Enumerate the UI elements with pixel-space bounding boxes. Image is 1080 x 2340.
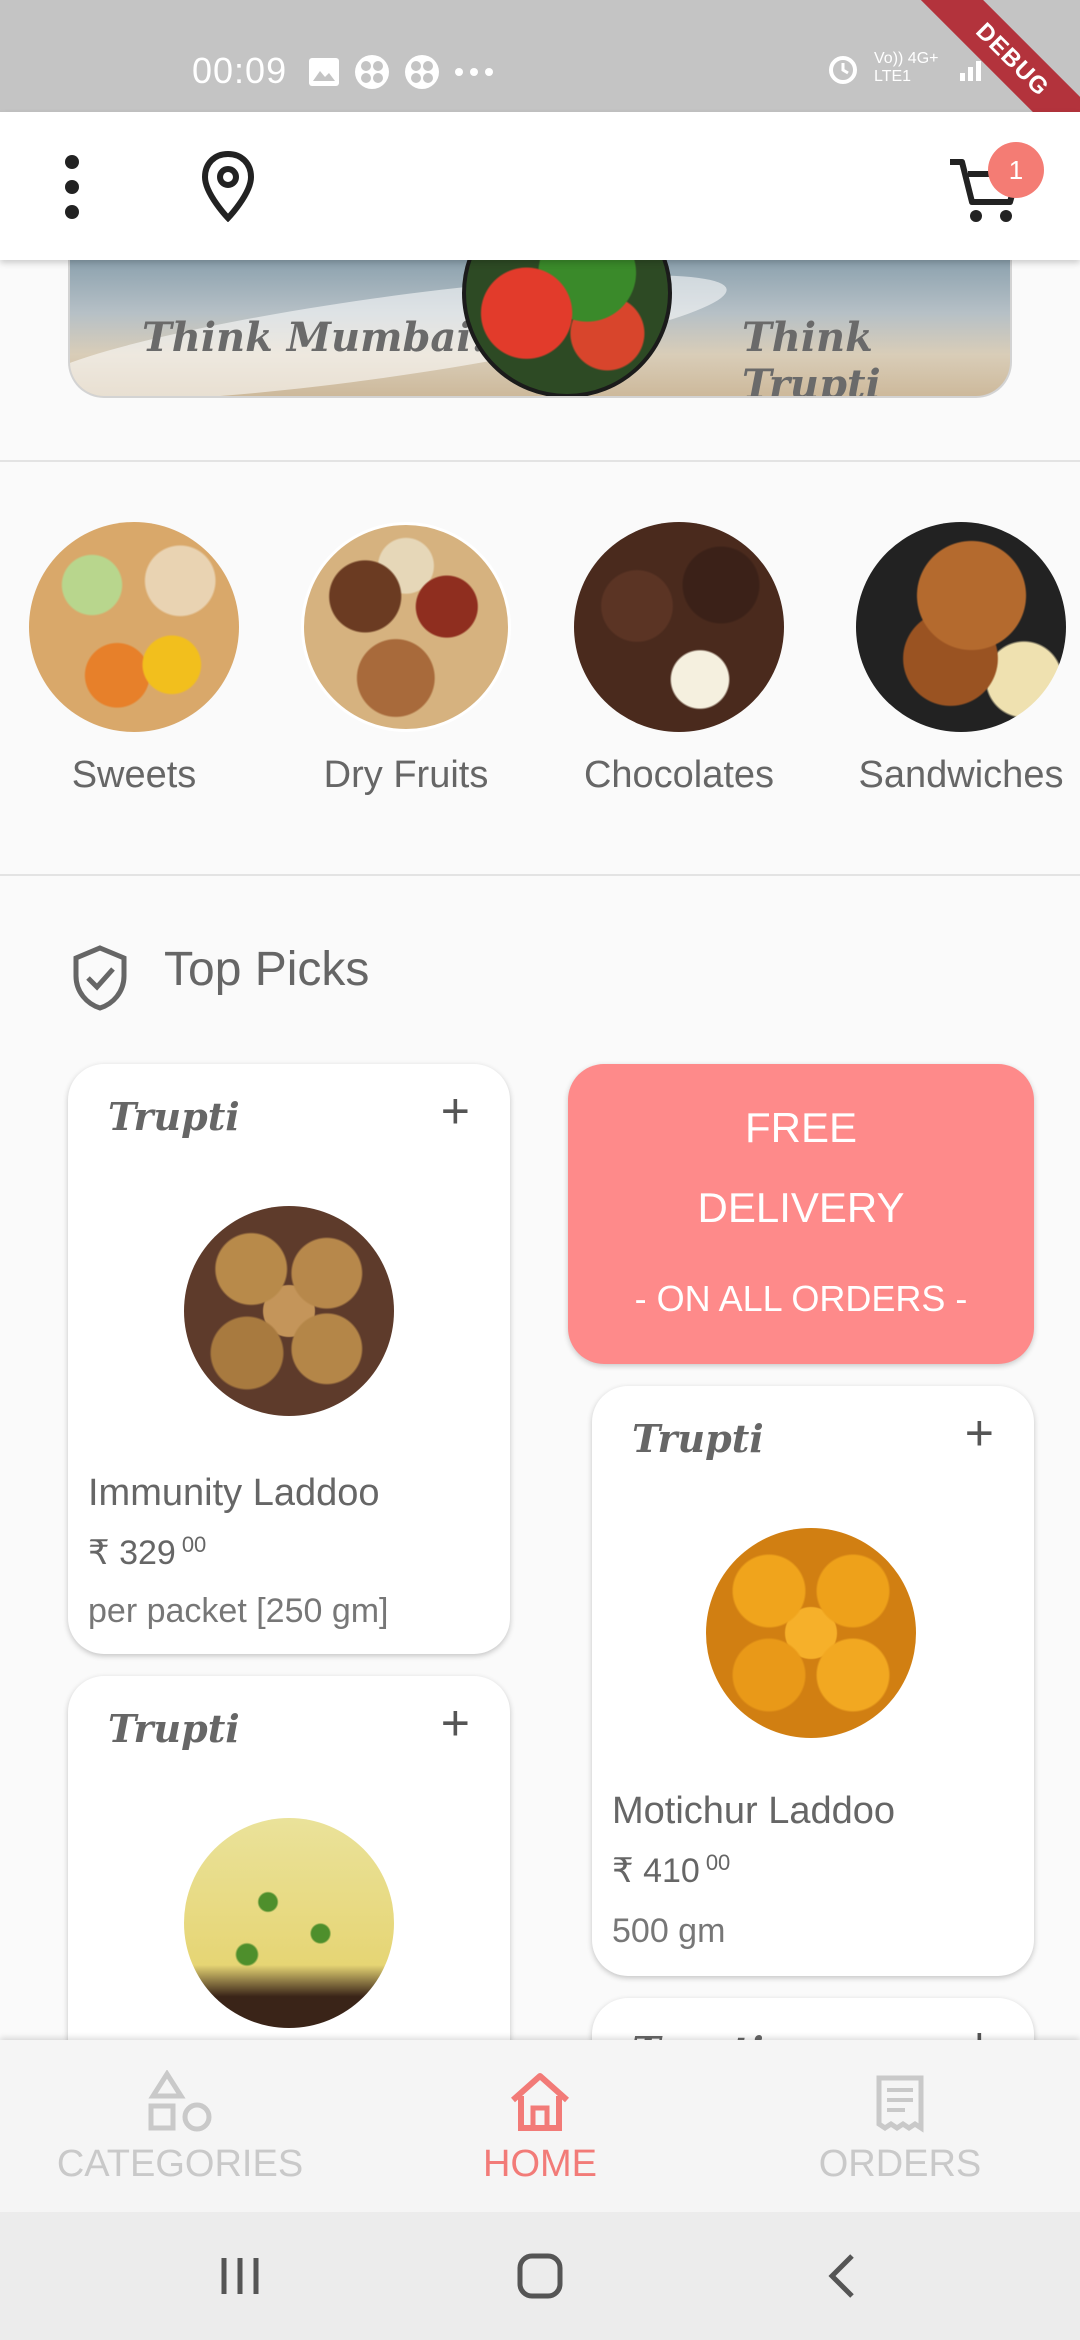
- vegetables-image: [462, 258, 672, 396]
- sandwiches-image: [856, 522, 1066, 732]
- system-navigation-bar: [0, 2212, 1080, 2340]
- add-to-cart-button[interactable]: +: [441, 1086, 470, 1136]
- shield-check-icon: [73, 945, 127, 1011]
- orders-icon: [876, 2075, 924, 2133]
- app-bar: 1: [0, 112, 1080, 260]
- status-time: 00:09: [192, 50, 288, 91]
- product-image: [706, 1528, 916, 1738]
- add-to-cart-button[interactable]: +: [965, 1408, 994, 1458]
- category-dry-fruits[interactable]: Dry Fruits: [296, 522, 516, 797]
- divider: [0, 460, 1080, 462]
- product-unit: 500 gm: [612, 1912, 726, 1950]
- nav-home[interactable]: HOME: [390, 2070, 690, 2186]
- category-sweets[interactable]: Sweets: [24, 522, 244, 797]
- more-notifications-icon: [455, 68, 493, 76]
- alarm-icon: [829, 56, 857, 84]
- nav-label: CATEGORIES: [56, 2143, 304, 2185]
- back-icon[interactable]: [814, 2248, 874, 2304]
- category-label: Dry Fruits: [323, 754, 489, 796]
- product-unit: per packet [250 gm]: [88, 1592, 389, 1630]
- product-image: [184, 1818, 394, 2028]
- location-pin-icon[interactable]: [200, 150, 256, 222]
- nav-label: ORDERS: [818, 2143, 982, 2185]
- brand-logo: Trupti: [632, 1416, 764, 1461]
- add-to-cart-button[interactable]: +: [441, 1698, 470, 1748]
- banner-right-text: Think Trupti: [742, 314, 881, 398]
- category-label: Chocolates: [583, 754, 775, 796]
- chocolates-image: [574, 522, 784, 732]
- more-vert-icon[interactable]: [52, 152, 92, 222]
- divider: [0, 874, 1080, 876]
- notification-icons: [308, 54, 494, 90]
- brand-logo: Trupti: [108, 1094, 240, 1139]
- product-name: Immunity Laddoo: [88, 1472, 380, 1514]
- product-name: Motichur Laddoo: [612, 1790, 896, 1832]
- status-bar: 00:09 Vo)) 4G+ LTE1 DEBUG: [0, 0, 1080, 168]
- home-button-icon[interactable]: [510, 2248, 570, 2304]
- product-image: [184, 1206, 394, 1416]
- promo-line-1: FREE: [744, 1104, 857, 1151]
- cart-count-badge: 1: [988, 142, 1044, 198]
- home-icon: [511, 2073, 569, 2131]
- app-notification-icon: [355, 55, 389, 89]
- promo-banner[interactable]: Think Mumbai. Think Trupti: [68, 258, 1012, 398]
- recent-apps-icon[interactable]: [210, 2248, 270, 2304]
- category-label: Sweets: [71, 754, 197, 796]
- brand-logo: Trupti: [108, 1706, 240, 1751]
- nav-categories[interactable]: CATEGORIES: [30, 2069, 330, 2186]
- category-chocolates[interactable]: Chocolates: [569, 522, 789, 797]
- network-label: Vo)) 4G+ LTE1: [874, 50, 939, 85]
- app-notification-icon-2: [405, 55, 439, 89]
- nav-label: HOME: [483, 2143, 597, 2185]
- section-title: Top Picks: [164, 943, 370, 996]
- promo-line-2: DELIVERY: [697, 1184, 905, 1231]
- price-decimal: 00: [181, 1532, 207, 1557]
- product-price: ₹ 329 00: [88, 1532, 206, 1573]
- price-main: ₹ 410: [612, 1852, 700, 1890]
- dry-fruits-image: [301, 522, 511, 732]
- categories-icon: [148, 2069, 212, 2132]
- sweets-image: [29, 522, 239, 732]
- category-sandwiches[interactable]: Sandwiches: [846, 522, 1076, 797]
- price-main: ₹ 329: [88, 1534, 176, 1572]
- promo-line-3: - ON ALL ORDERS -: [634, 1278, 968, 1319]
- product-price: ₹ 410 00: [612, 1850, 730, 1891]
- product-card[interactable]: Trupti + Immunity Laddoo ₹ 329 00 per pac…: [68, 1064, 510, 1654]
- nav-orders[interactable]: ORDERS: [750, 2070, 1050, 2186]
- free-delivery-promo: FREE DELIVERY - ON ALL ORDERS -: [568, 1064, 1034, 1364]
- category-label: Sandwiches: [858, 754, 1064, 796]
- image-notification-icon: [309, 58, 339, 86]
- product-card[interactable]: Trupti + Motichur Laddoo ₹ 410 00 500 gm: [592, 1386, 1034, 1976]
- banner-left-text: Think Mumbai.: [142, 314, 486, 361]
- bottom-navigation: CATEGORIES HOME ORDERS: [0, 2040, 1080, 2212]
- price-decimal: 00: [705, 1850, 731, 1875]
